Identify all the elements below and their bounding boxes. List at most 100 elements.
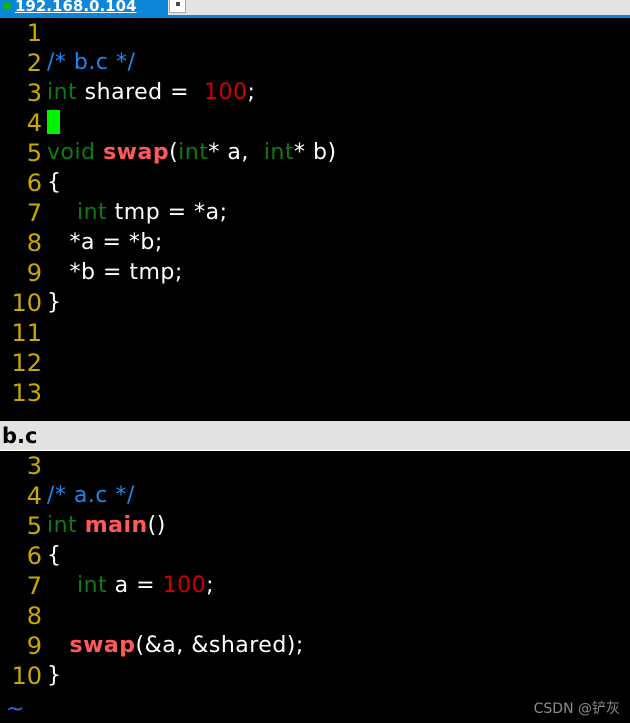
code-line[interactable]: 10} bbox=[0, 288, 630, 318]
code-line[interactable]: 1 bbox=[0, 18, 630, 48]
line-number: 4 bbox=[26, 482, 42, 510]
line-number: 11 bbox=[11, 319, 42, 347]
code-token-type: void bbox=[47, 140, 104, 165]
code-line[interactable]: 8 bbox=[0, 601, 630, 631]
code-line[interactable]: 4/* a.c */ bbox=[0, 481, 630, 511]
code-line[interactable]: 3 int shared = 100; bbox=[0, 78, 630, 108]
code-line[interactable]: 13 bbox=[0, 378, 630, 408]
line-number: 13 bbox=[11, 379, 42, 407]
code-line[interactable]: 11 bbox=[0, 318, 630, 348]
line-number: 7 bbox=[26, 199, 42, 227]
code-text[interactable]: /* b.c */ bbox=[47, 48, 630, 78]
code-token-type: int bbox=[47, 80, 78, 105]
code-token-plain: * a, bbox=[208, 140, 257, 165]
session-tab-button[interactable] bbox=[169, 0, 186, 13]
code-token-plain: shared = bbox=[77, 80, 197, 105]
line-number: 5 bbox=[26, 139, 42, 167]
code-line[interactable]: 2/* b.c */ bbox=[0, 48, 630, 78]
line-number: 12 bbox=[11, 349, 42, 377]
code-token-func: swap bbox=[103, 140, 170, 165]
line-number: 9 bbox=[26, 632, 42, 660]
code-text[interactable]: } bbox=[47, 288, 630, 318]
code-text[interactable]: *a = *b; bbox=[47, 228, 630, 258]
line-number: 10 bbox=[11, 662, 42, 690]
code-token-plain: * b) bbox=[294, 140, 337, 165]
code-token-func: swap bbox=[69, 633, 136, 658]
code-token-type: int bbox=[178, 140, 209, 165]
line-number: 2 bbox=[26, 49, 42, 77]
code-token-num-br: 100 bbox=[196, 80, 248, 105]
connection-status-dot bbox=[3, 2, 11, 10]
code-text[interactable]: swap(&a, &shared); bbox=[47, 631, 630, 661]
line-number: 6 bbox=[26, 169, 42, 197]
code-token-plain: { bbox=[47, 543, 62, 568]
code-text[interactable]: { bbox=[47, 541, 630, 571]
small-square-icon bbox=[175, 1, 180, 6]
code-text[interactable]: /* a.c */ bbox=[47, 481, 630, 511]
code-token-plain: *a = *b; bbox=[47, 230, 163, 255]
code-line[interactable]: 4 bbox=[0, 108, 630, 138]
code-line[interactable]: 5 void swap(int* a, int* b) bbox=[0, 138, 630, 168]
line-number: 1 bbox=[26, 19, 42, 47]
window-titlebar: 192.168.0.104 bbox=[0, 0, 630, 18]
line-number: 3 bbox=[26, 79, 42, 107]
code-text[interactable]: void swap(int* a, int* b) bbox=[47, 138, 630, 168]
code-line[interactable]: 7 int a = 100; bbox=[0, 571, 630, 601]
line-number: 8 bbox=[26, 602, 42, 630]
code-text[interactable]: { bbox=[47, 168, 630, 198]
editor-pane-bottom[interactable]: 3 4/* a.c */5 int main() 6{7 int a = 100; 8 9… bbox=[0, 451, 630, 696]
code-token-plain: ; bbox=[247, 80, 256, 105]
code-line[interactable]: 5 int main() bbox=[0, 511, 630, 541]
line-number: 4 bbox=[26, 109, 42, 137]
code-token-func: main bbox=[84, 513, 148, 538]
code-token-comment: /* a.c */ bbox=[47, 483, 135, 508]
code-line[interactable]: 9 swap(&a, &shared); bbox=[0, 631, 630, 661]
line-number: 7 bbox=[26, 572, 42, 600]
code-token-plain: ; bbox=[206, 573, 214, 598]
code-token-num: 100 bbox=[162, 573, 207, 598]
code-token-plain: ( bbox=[169, 140, 179, 165]
line-number: 6 bbox=[26, 542, 42, 570]
text-cursor bbox=[47, 110, 60, 134]
code-text[interactable]: int main() bbox=[47, 511, 630, 541]
code-line[interactable]: 3 bbox=[0, 451, 630, 481]
code-text[interactable] bbox=[47, 108, 630, 138]
line-number: 3 bbox=[26, 452, 42, 480]
code-line[interactable]: 7 int tmp = *a; bbox=[0, 198, 630, 228]
editor-status-bar: b.c bbox=[0, 421, 630, 451]
code-line[interactable]: 10} bbox=[0, 661, 630, 691]
code-text[interactable]: } bbox=[47, 661, 630, 691]
code-token-plain: (&a, &shared); bbox=[135, 633, 304, 658]
code-token-plain: } bbox=[47, 663, 62, 688]
code-token-comment: /* b.c */ bbox=[47, 50, 136, 75]
titlebar-accent-underline bbox=[0, 15, 630, 18]
editor-bottom-row: ~ CSDN @铲灰 bbox=[0, 696, 630, 723]
code-text[interactable]: int tmp = *a; bbox=[47, 198, 630, 228]
code-token-plain: () bbox=[147, 513, 166, 538]
status-bar-filename: b.c bbox=[2, 423, 38, 448]
editor-pane-top[interactable]: 1 2/* b.c */3 int shared = 100; 4 5 void swap… bbox=[0, 18, 630, 421]
code-text[interactable]: int a = 100; bbox=[47, 571, 630, 601]
code-text[interactable]: int shared = 100; bbox=[47, 78, 630, 108]
code-token-plain: } bbox=[47, 290, 62, 315]
empty-line-marker: ~ bbox=[6, 696, 25, 722]
window-title: 192.168.0.104 bbox=[15, 0, 137, 15]
code-token-type: int bbox=[47, 513, 85, 538]
code-line[interactable]: 6{ bbox=[0, 541, 630, 571]
code-token-type: int bbox=[256, 140, 295, 165]
code-token-type: int bbox=[76, 573, 108, 598]
code-token-plain: a = bbox=[107, 573, 163, 598]
line-number: 5 bbox=[26, 512, 42, 540]
code-token-plain: { bbox=[47, 170, 62, 195]
line-number: 10 bbox=[11, 289, 42, 317]
code-line[interactable]: 8 *a = *b; bbox=[0, 228, 630, 258]
line-number: 9 bbox=[26, 259, 42, 287]
code-line[interactable]: 9 *b = tmp; bbox=[0, 258, 630, 288]
watermark-text: CSDN @铲灰 bbox=[533, 701, 620, 717]
code-line[interactable]: 12 bbox=[0, 348, 630, 378]
code-line[interactable]: 6{ bbox=[0, 168, 630, 198]
code-text[interactable]: *b = tmp; bbox=[47, 258, 630, 288]
